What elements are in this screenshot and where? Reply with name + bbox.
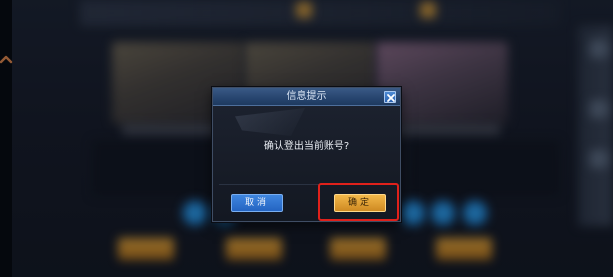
close-button[interactable] (384, 91, 396, 103)
close-icon (387, 94, 395, 102)
decorative-shard (235, 108, 305, 136)
cancel-button[interactable]: 取消 (231, 194, 283, 212)
highlight-box (318, 183, 399, 221)
dialog-header: 信息提示 (213, 88, 400, 106)
dialog-message: 确认登出当前账号? (263, 141, 350, 152)
dialog-title: 信息提示 (286, 91, 327, 102)
